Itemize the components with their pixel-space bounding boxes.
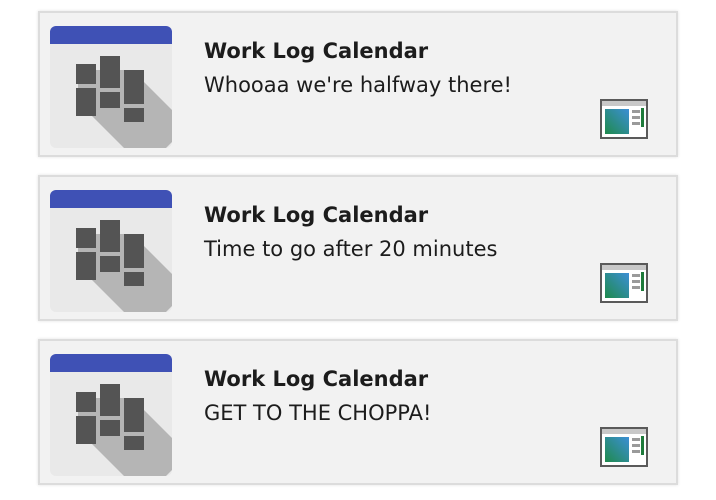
toast-notification[interactable]: Work Log Calendar Whooaa we're halfway t…: [38, 11, 678, 157]
notification-message: GET TO THE CHOPPA!: [204, 401, 432, 425]
notification-app-name: Work Log Calendar: [204, 39, 429, 63]
work-log-calendar-icon: [50, 26, 172, 148]
app-window-icon: [600, 427, 648, 467]
toast-notification[interactable]: Work Log Calendar Time to go after 20 mi…: [38, 175, 678, 321]
notification-app-name: Work Log Calendar: [204, 203, 429, 227]
toast-notification[interactable]: Work Log Calendar GET TO THE CHOPPA!: [38, 339, 678, 485]
notification-message: Whooaa we're halfway there!: [204, 73, 512, 97]
work-log-calendar-icon: [50, 190, 172, 312]
app-window-icon: [600, 99, 648, 139]
notification-message: Time to go after 20 minutes: [204, 237, 498, 261]
notification-app-name: Work Log Calendar: [204, 367, 429, 391]
notification-stack: Work Log Calendar Whooaa we're halfway t…: [0, 0, 716, 500]
work-log-calendar-icon: [50, 354, 172, 476]
app-window-icon: [600, 263, 648, 303]
